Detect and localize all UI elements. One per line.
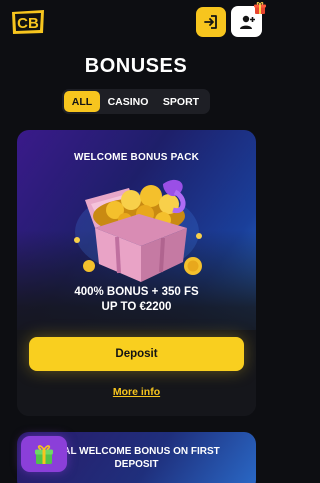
- tab-sport[interactable]: SPORT: [156, 91, 206, 112]
- tab-casino[interactable]: CASINO: [100, 91, 156, 112]
- top-bar: CB: [0, 0, 272, 44]
- deposit-button[interactable]: Deposit: [29, 337, 244, 371]
- page-title: BONUSES: [84, 55, 188, 77]
- bonus-limit: UP TO €2200: [101, 301, 172, 313]
- tab-all[interactable]: ALL: [64, 91, 100, 112]
- login-icon: [204, 15, 217, 29]
- gift-badge-icon: [254, 2, 266, 14]
- add-user-icon: [239, 15, 255, 29]
- brand-logo[interactable]: CB: [10, 8, 46, 36]
- bonus-card-welcome: WELCOME BONUS PACK 400% BONUS + 350 FS U…: [17, 130, 256, 416]
- svg-text:CB: CB: [17, 15, 39, 32]
- bonus-filter-tabs: ALL CASINO SPORT: [62, 89, 210, 114]
- login-button[interactable]: [196, 7, 226, 37]
- gift-button[interactable]: [21, 436, 67, 472]
- treasure-chest-icon: [74, 179, 202, 282]
- bonus-card-title: WELCOME BONUS PACK: [73, 152, 200, 163]
- more-info-link[interactable]: More info: [17, 386, 256, 398]
- gift-icon: [35, 445, 53, 464]
- signup-button[interactable]: [231, 2, 266, 37]
- bonus-amount: 400% BONUS + 350 FS: [74, 286, 199, 298]
